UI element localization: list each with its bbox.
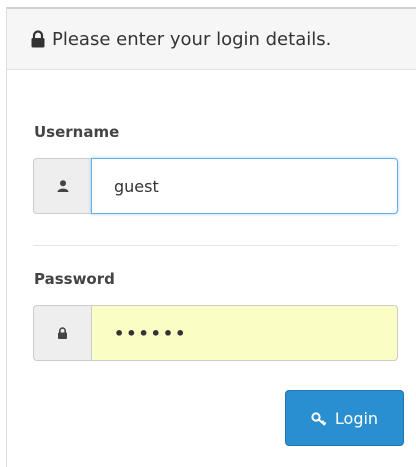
username-label: Username (34, 123, 120, 141)
panel-heading-text: Please enter your login details. (52, 28, 332, 50)
username-field[interactable] (91, 158, 398, 214)
login-button-label: Login (334, 408, 379, 428)
password-input-group (33, 305, 398, 361)
lock-icon (57, 324, 68, 343)
key-icon (311, 411, 329, 426)
user-icon (57, 177, 69, 196)
username-input-group (33, 158, 398, 214)
password-field[interactable] (91, 305, 398, 361)
login-button[interactable]: Login (285, 390, 404, 446)
panel-heading: Please enter your login details. (7, 9, 416, 70)
login-panel: Please enter your login details. Usernam… (6, 7, 416, 467)
username-addon (33, 158, 91, 214)
form-divider (33, 245, 398, 246)
lock-icon (30, 30, 46, 48)
password-addon (33, 305, 91, 361)
password-label: Password (34, 270, 115, 288)
